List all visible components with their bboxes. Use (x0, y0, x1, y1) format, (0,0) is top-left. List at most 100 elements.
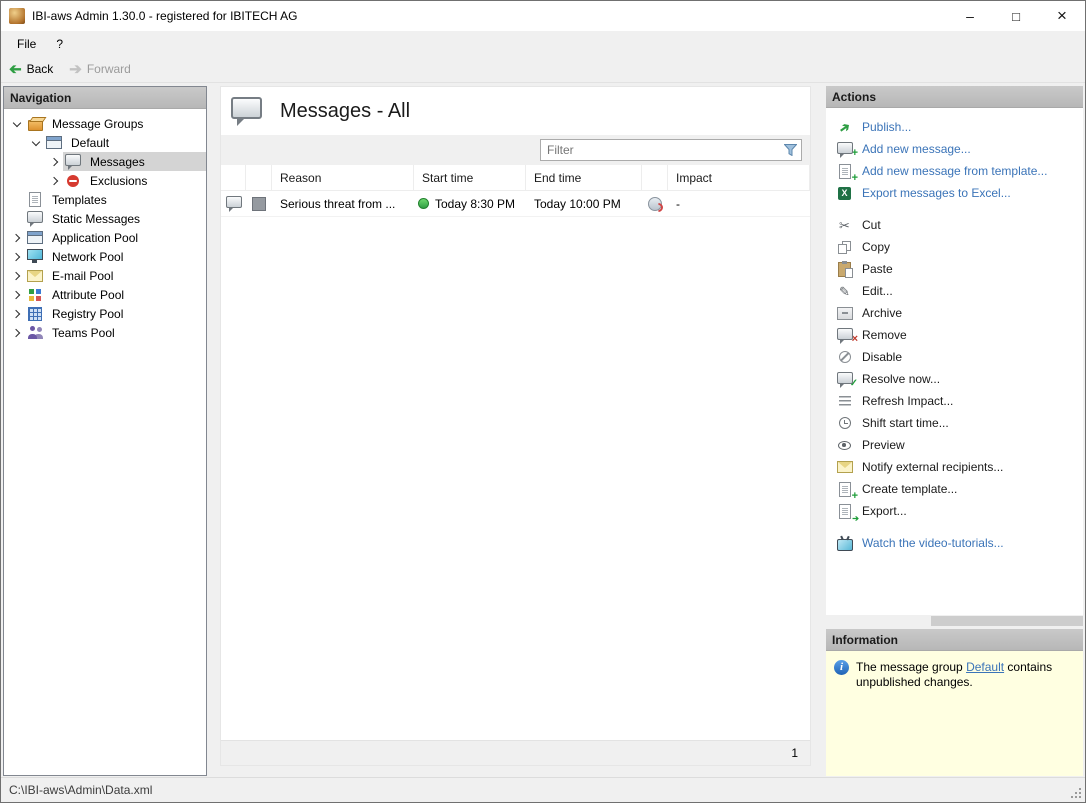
chevron-collapsed-icon[interactable] (46, 171, 63, 190)
menu-help[interactable]: ? (46, 34, 73, 54)
add-from-template-icon (836, 164, 853, 179)
create-template-icon (836, 482, 853, 497)
tree-item-static-messages[interactable]: Static Messages (4, 209, 206, 228)
chevron-collapsed-icon[interactable] (8, 228, 25, 247)
tree-item-application-pool[interactable]: Application Pool (4, 228, 206, 247)
chevron-collapsed-icon[interactable] (8, 266, 25, 285)
menu-file[interactable]: File (7, 34, 46, 54)
action-refresh-impact[interactable]: Refresh Impact... (836, 390, 1083, 412)
filter-bar (221, 135, 810, 165)
action-add-message-from-template[interactable]: Add new message from template... (836, 160, 1083, 182)
tree-item-exclusions[interactable]: Exclusions (4, 171, 206, 190)
attribute-pool-icon (29, 289, 41, 301)
chevron-expanded-icon[interactable] (27, 133, 44, 152)
export-icon (836, 504, 853, 519)
column-end-time[interactable]: End time (526, 165, 642, 190)
chevron-collapsed-icon[interactable] (8, 247, 25, 266)
chevron-collapsed-icon[interactable] (8, 304, 25, 323)
column-select[interactable] (246, 165, 272, 190)
action-shift-start-time[interactable]: Shift start time... (836, 412, 1083, 434)
disable-icon (836, 351, 853, 363)
chevron-collapsed-icon[interactable] (8, 285, 25, 304)
column-reason[interactable]: Reason (272, 165, 414, 190)
table-row[interactable]: Serious threat from ... Today 8:30 PM To… (221, 191, 810, 217)
forward-button[interactable]: Forward (69, 62, 131, 77)
static-messages-icon (27, 211, 43, 223)
action-export[interactable]: Export... (836, 500, 1083, 522)
info-message: The message group Default contains unpub… (856, 660, 1061, 690)
action-label: Export messages to Excel... (862, 186, 1011, 200)
close-icon (1057, 6, 1067, 26)
column-impact-icon[interactable] (642, 165, 668, 190)
tree-item-teams-pool[interactable]: Teams Pool (4, 323, 206, 342)
filter-funnel-icon[interactable] (779, 144, 801, 156)
back-button[interactable]: Back (9, 62, 53, 77)
action-paste[interactable]: Paste (836, 258, 1083, 280)
impact-globe-icon (648, 197, 662, 211)
navigation-panel-header: Navigation (4, 87, 206, 109)
action-watch-video-tutorials[interactable]: Watch the video-tutorials... (836, 532, 1083, 554)
tree-item-label: E-mail Pool (49, 269, 116, 283)
column-start-time[interactable]: Start time (414, 165, 526, 190)
table-footer: 1 (221, 740, 810, 765)
actions-horizontal-scrollbar[interactable] (826, 615, 1083, 627)
chevron-collapsed-icon[interactable] (46, 152, 63, 171)
action-label: Refresh Impact... (862, 394, 953, 408)
action-create-template[interactable]: Create template... (836, 478, 1083, 500)
action-preview[interactable]: Preview (836, 434, 1083, 456)
close-button[interactable] (1039, 1, 1085, 31)
action-notify-external-recipients[interactable]: Notify external recipients... (836, 456, 1083, 478)
filter-input[interactable] (541, 143, 779, 157)
column-message-icon[interactable] (221, 165, 246, 190)
shift-start-time-icon (836, 417, 853, 429)
action-label: Create template... (862, 482, 957, 496)
tree-item-label: Teams Pool (49, 326, 118, 340)
tree-item-label: Application Pool (49, 231, 141, 245)
action-archive[interactable]: Archive (836, 302, 1083, 324)
window-title: IBI-aws Admin 1.30.0 - registered for IB… (32, 9, 297, 23)
tree-item-label: Templates (49, 193, 110, 207)
action-disable[interactable]: Disable (836, 346, 1083, 368)
back-label: Back (27, 62, 54, 76)
chevron-spacer (8, 209, 25, 228)
maximize-button[interactable] (993, 1, 1039, 31)
action-cut[interactable]: Cut (836, 214, 1083, 236)
column-impact[interactable]: Impact (668, 165, 810, 190)
cell-reason: Serious threat from ... (272, 191, 414, 216)
tree-item-default[interactable]: Default (4, 133, 206, 152)
tree-item-label: Default (68, 136, 112, 150)
action-export-messages-to-excel[interactable]: Export messages to Excel... (836, 182, 1083, 204)
action-edit[interactable]: Edit... (836, 280, 1083, 302)
tree-item-label: Attribute Pool (49, 288, 127, 302)
tree-item-message-groups[interactable]: Message Groups (4, 114, 206, 133)
tree-item-messages[interactable]: Messages (4, 152, 206, 171)
maximize-icon (1012, 9, 1020, 24)
forward-arrow-icon (69, 62, 82, 77)
action-resolve-now[interactable]: Resolve now... (836, 368, 1083, 390)
action-copy[interactable]: Copy (836, 236, 1083, 258)
message-groups-icon (28, 120, 43, 131)
active-status-icon (418, 198, 429, 209)
tree-item-templates[interactable]: Templates (4, 190, 206, 209)
cell-start-time: Today 8:30 PM (435, 197, 515, 211)
action-remove[interactable]: Remove (836, 324, 1083, 346)
chevron-collapsed-icon[interactable] (8, 323, 25, 342)
tree-item-registry-pool[interactable]: Registry Pool (4, 304, 206, 323)
minimize-icon (966, 8, 974, 24)
filter-field[interactable] (540, 139, 802, 161)
actions-panel-header: Actions (826, 86, 1083, 108)
scrollbar-thumb[interactable] (931, 616, 1083, 626)
action-publish[interactable]: Publish... (836, 116, 1083, 138)
tree-item-email-pool[interactable]: E-mail Pool (4, 266, 206, 285)
chevron-expanded-icon[interactable] (8, 114, 25, 133)
tree-item-network-pool[interactable]: Network Pool (4, 247, 206, 266)
default-group-link[interactable]: Default (966, 660, 1004, 674)
remove-icon (836, 331, 853, 340)
tree-item-label: Network Pool (49, 250, 126, 264)
action-label: Disable (862, 350, 902, 364)
resize-grip[interactable] (1079, 796, 1081, 798)
action-add-new-message[interactable]: Add new message... (836, 138, 1083, 160)
tree-item-attribute-pool[interactable]: Attribute Pool (4, 285, 206, 304)
action-label: Add new message... (862, 142, 971, 156)
minimize-button[interactable] (947, 1, 993, 31)
